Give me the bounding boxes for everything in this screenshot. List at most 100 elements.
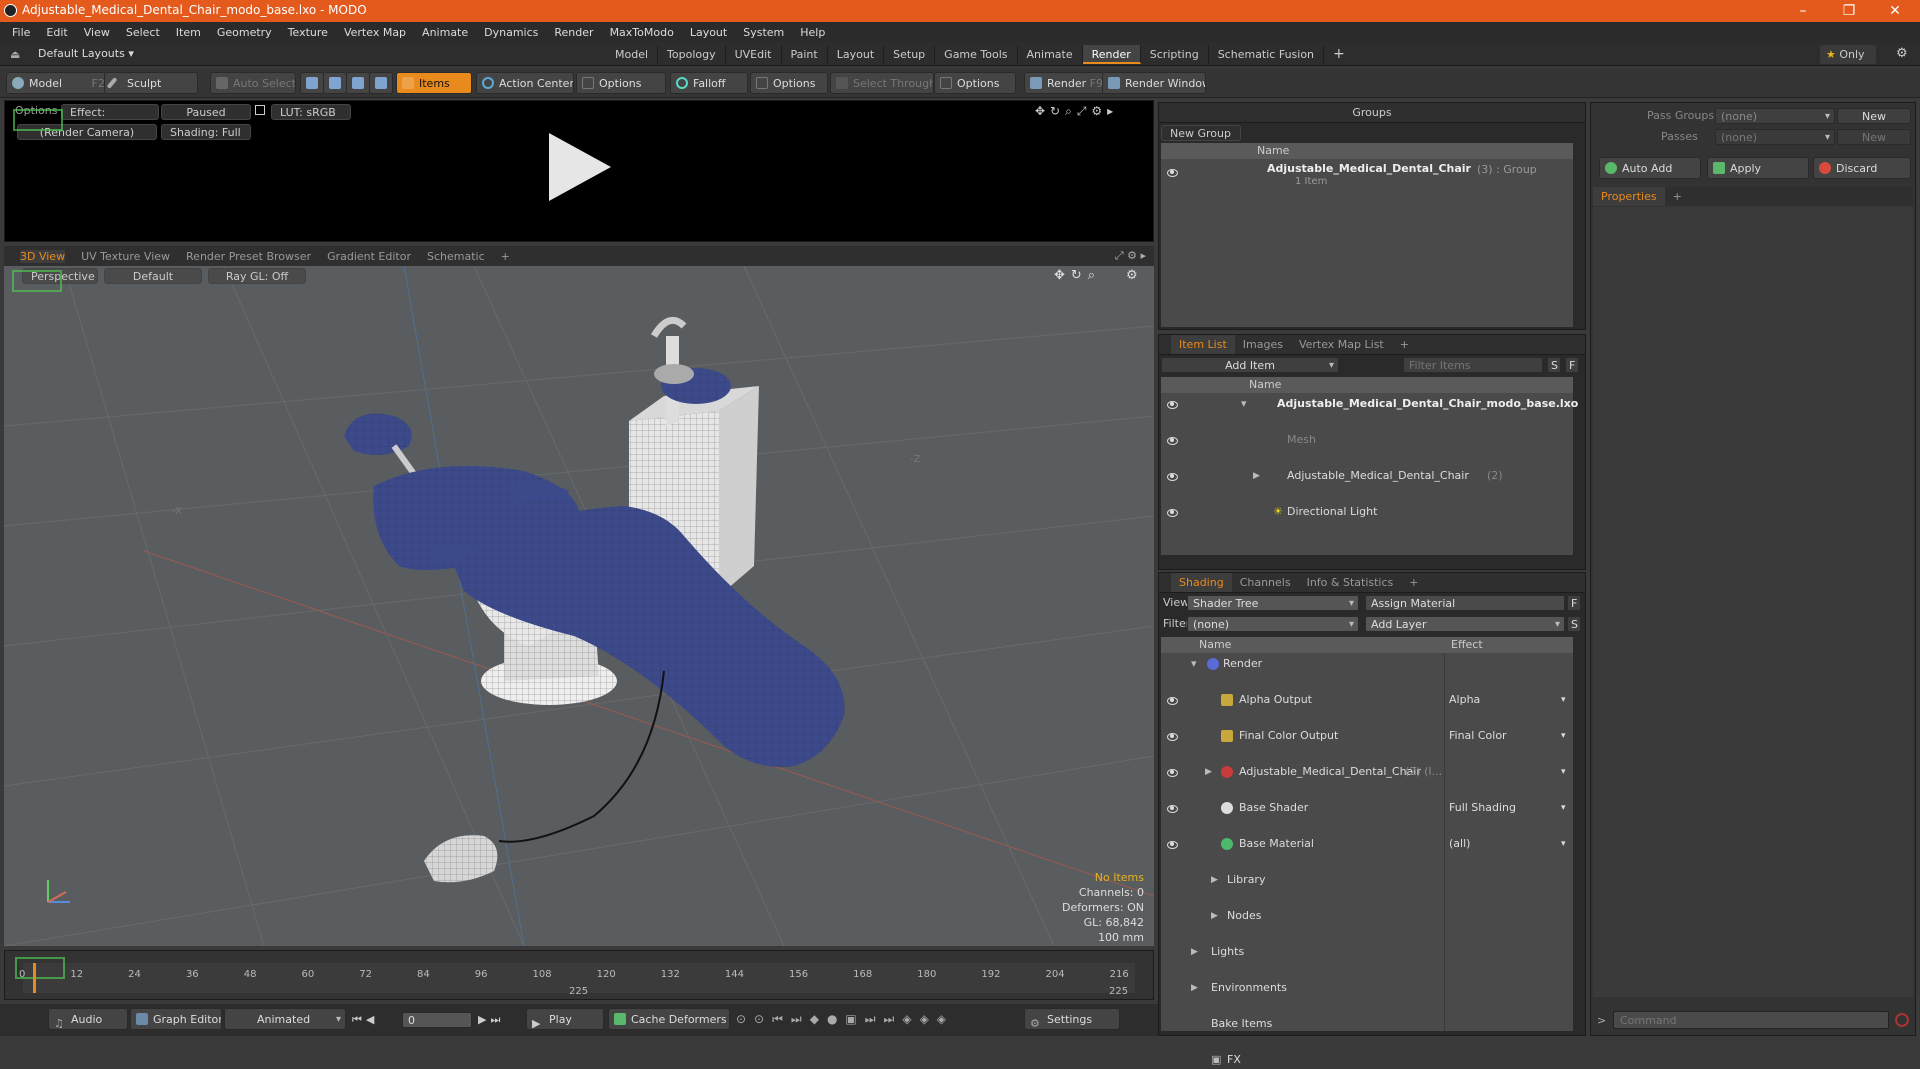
menu-select[interactable]: Select	[118, 22, 168, 43]
tab-item-list[interactable]: Item List	[1171, 335, 1235, 354]
edge-mode-button[interactable]	[323, 72, 347, 94]
group-row[interactable]: Adjustable_Medical_Dental_Chair (3) : Gr…	[1161, 161, 1573, 189]
shader-row-bake-items[interactable]: Bake Items	[1161, 1015, 1573, 1033]
item-row-scene[interactable]: ▾ Adjustable_Medical_Dental_Chair_modo_b…	[1161, 395, 1578, 413]
menu-view[interactable]: View	[76, 22, 118, 43]
skip-back-icons[interactable]: ⏮◀	[352, 1013, 378, 1027]
menu-render[interactable]: Render	[546, 22, 601, 43]
layouts-dropdown[interactable]: Default Layouts ▾	[38, 47, 134, 60]
tab-images[interactable]: Images	[1235, 335, 1291, 354]
tab-gradient-editor[interactable]: Gradient Editor	[319, 247, 419, 266]
add-layer-dropdown[interactable]: Add Layer	[1365, 616, 1565, 633]
viewport-nav-icons[interactable]: ✥↻⌕	[1054, 268, 1101, 283]
playhead[interactable]	[33, 963, 36, 993]
effect-dropdown-icon[interactable]: ▾	[1561, 691, 1566, 709]
menu-animate[interactable]: Animate	[414, 22, 476, 43]
new-pass-button[interactable]: New	[1837, 129, 1911, 145]
shader-row-alpha-output[interactable]: Alpha Output Alpha ▾	[1161, 691, 1573, 709]
only-toggle[interactable]: ★ Only	[1820, 45, 1876, 64]
alpha-effect[interactable]: Alpha	[1449, 691, 1480, 709]
tab-model[interactable]: Model	[606, 45, 659, 64]
viewport-settings-icon[interactable]: ⚙	[1126, 268, 1138, 283]
tab-schematic[interactable]: Schematic	[419, 247, 493, 266]
tab-uvedit[interactable]: UVEdit	[726, 45, 782, 64]
add-item-list-tab-button[interactable]: +	[1392, 335, 1417, 354]
cache-deformers-button[interactable]: Cache Deformers	[608, 1008, 730, 1030]
viewport-expand-icon[interactable]: ⤢ ⚙ ▸	[1115, 249, 1146, 263]
restore-icon[interactable]: ❐	[1826, 0, 1872, 22]
item-list-s-button[interactable]: S	[1547, 357, 1561, 373]
tab-channels[interactable]: Channels	[1232, 573, 1299, 592]
add-shading-tab-button[interactable]: +	[1401, 573, 1426, 592]
tab-scripting[interactable]: Scripting	[1141, 45, 1209, 64]
default-dropdown[interactable]: Default	[104, 268, 202, 284]
item-row-mesh[interactable]: Mesh	[1161, 431, 1573, 449]
shader-row-base-shader[interactable]: Base Shader Full Shading ▾	[1161, 799, 1573, 817]
lut-dropdown[interactable]: LUT: sRGB	[271, 104, 351, 120]
eye-icon[interactable]	[1165, 695, 1179, 705]
close-icon[interactable]: ✕	[1872, 0, 1918, 22]
gear-icon[interactable]: ⚙	[1896, 46, 1908, 61]
base-shader-effect[interactable]: Full Shading	[1449, 799, 1516, 817]
tab-game-tools[interactable]: Game Tools	[935, 45, 1018, 64]
menu-texture[interactable]: Texture	[280, 22, 336, 43]
new-pass-group-button[interactable]: New	[1837, 108, 1911, 124]
collapsed-arrow-icon[interactable]: ▶	[1191, 979, 1198, 997]
tab-info-statistics[interactable]: Info & Statistics	[1299, 573, 1402, 592]
shader-row-render[interactable]: ▾ Render	[1161, 655, 1573, 673]
shader-row-nodes[interactable]: ▶ Nodes	[1161, 907, 1573, 925]
effect-dropdown-icon[interactable]: ▾	[1561, 835, 1566, 853]
shader-row-fx[interactable]: ▣ FX	[1161, 1051, 1573, 1069]
eye-icon[interactable]	[1165, 399, 1179, 409]
pass-groups-dropdown[interactable]: (none)	[1715, 108, 1835, 125]
collapsed-arrow-icon[interactable]: ▶	[1253, 467, 1260, 485]
add-viewport-tab-button[interactable]: +	[493, 247, 518, 266]
menu-dynamics[interactable]: Dynamics	[476, 22, 546, 43]
command-input[interactable]	[1613, 1011, 1889, 1029]
minimize-icon[interactable]: –	[1780, 0, 1826, 22]
menu-geometry[interactable]: Geometry	[209, 22, 280, 43]
sculpt-mode-button[interactable]: Sculpt	[104, 72, 198, 94]
shading-s-button[interactable]: S	[1567, 616, 1581, 632]
render-button[interactable]: Render F9	[1024, 72, 1104, 94]
tab-topology[interactable]: Topology	[658, 45, 726, 64]
shader-row-chair-material[interactable]: ▶ Adjustable_Medical_Dental_Chair (2) (I…	[1161, 763, 1573, 781]
animated-dropdown[interactable]: Animated	[224, 1008, 346, 1030]
eye-icon[interactable]	[1165, 839, 1179, 849]
items-mode-button[interactable]: Items	[396, 72, 472, 94]
tab-shading[interactable]: Shading	[1171, 573, 1232, 592]
falloff-options-button[interactable]: Options	[750, 72, 828, 94]
apply-button[interactable]: Apply	[1707, 157, 1809, 179]
tab-uv-texture-view[interactable]: UV Texture View	[73, 247, 178, 266]
expand-arrow-icon[interactable]: ▾	[1241, 395, 1247, 413]
falloff-button[interactable]: Falloff	[670, 72, 748, 94]
filter-dropdown[interactable]: (none)	[1187, 616, 1359, 633]
menu-layout[interactable]: Layout	[682, 22, 735, 43]
shader-row-base-material[interactable]: Base Material (all) ▾	[1161, 835, 1573, 853]
tab-paint[interactable]: Paint	[782, 45, 828, 64]
item-row-directional-light[interactable]: ☀ Directional Light	[1161, 503, 1573, 521]
menu-edit[interactable]: Edit	[38, 22, 75, 43]
auto-select-button[interactable]: Auto Select	[210, 72, 296, 94]
action-center-options-button[interactable]: Options	[576, 72, 666, 94]
play-button[interactable]: ▶ Play	[526, 1008, 604, 1030]
base-material-effect[interactable]: (all)	[1449, 835, 1470, 853]
eye-icon[interactable]	[1165, 767, 1179, 777]
eye-icon[interactable]	[1165, 435, 1179, 445]
paused-button[interactable]: Paused	[161, 104, 251, 120]
settings-button[interactable]: ⚙ Settings	[1024, 1008, 1120, 1030]
audio-button[interactable]: ♫ Audio	[48, 1008, 128, 1030]
menu-maxtomodo[interactable]: MaxToModo	[602, 22, 682, 43]
vertex-mode-button[interactable]	[300, 72, 324, 94]
graph-editor-button[interactable]: Graph Editor	[130, 1008, 222, 1030]
tab-layout[interactable]: Layout	[828, 45, 885, 64]
tab-animate[interactable]: Animate	[1018, 45, 1083, 64]
menu-system[interactable]: System	[735, 22, 792, 43]
eye-icon[interactable]	[1165, 471, 1179, 481]
keyframe-tool-icons[interactable]: ⊙⊙⏮⏭◆●▣⏭⏭◈◈◈	[736, 1012, 954, 1027]
frame-input[interactable]: 0	[402, 1012, 472, 1028]
shader-row-library[interactable]: ▶ Library	[1161, 871, 1573, 889]
shader-tree-dropdown[interactable]: Shader Tree	[1187, 595, 1359, 612]
tab-vertex-map-list[interactable]: Vertex Map List	[1291, 335, 1392, 354]
select-through-button[interactable]: Select Through	[830, 72, 934, 94]
